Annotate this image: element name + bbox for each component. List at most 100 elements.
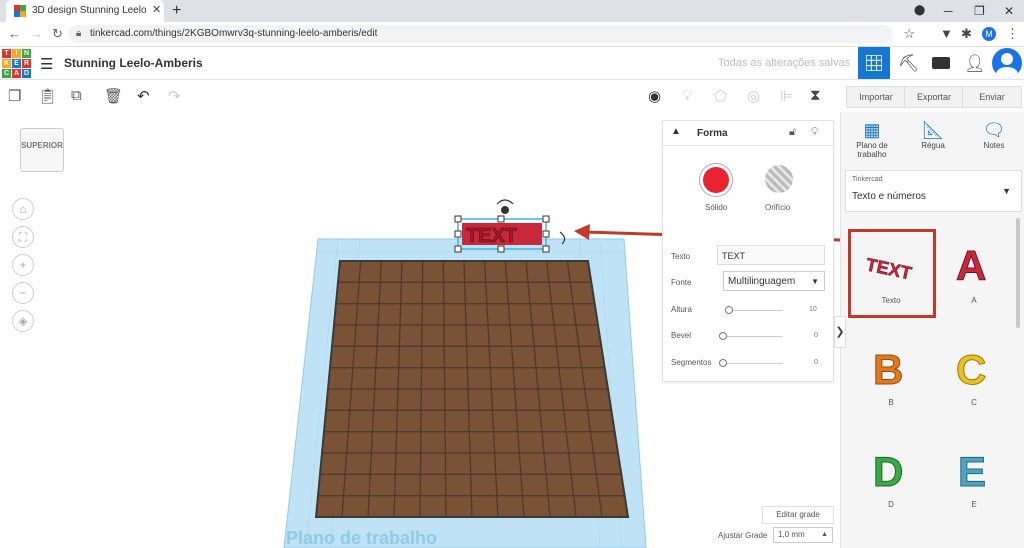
browser-tab[interactable]: 3D design Stunning Leelo-Amber ✕: [6, 0, 164, 22]
mirror-icon[interactable]: ⧗: [810, 87, 821, 104]
lock-icon[interactable]: 🔓︎: [789, 126, 796, 139]
bevel-slider-knob[interactable]: [719, 332, 727, 340]
user-avatar[interactable]: [992, 48, 1022, 78]
duplicate-icon[interactable]: ⧉: [71, 87, 82, 104]
url-text: tinkercad.com/things/2KGBOmwrv3q-stunnin…: [90, 28, 378, 39]
bricks-icon[interactable]: [932, 57, 950, 69]
ruler-tool[interactable]: 📐︎ Régua: [908, 120, 958, 150]
shape-c[interactable]: C C: [934, 340, 1014, 408]
letter-c-shape-icon: C: [956, 346, 987, 394]
bevel-value[interactable]: 0: [814, 332, 818, 339]
notes-tool-label: Notes: [983, 141, 1005, 150]
perspective-icon[interactable]: ◈: [12, 310, 34, 332]
send-to-button[interactable]: Enviar para: [962, 86, 1022, 122]
bookmark-star-icon[interactable]: ☆: [903, 26, 915, 42]
zoom-in-icon[interactable]: +: [12, 254, 34, 276]
workplane-tool[interactable]: ▦ Plano de trabalho: [847, 120, 897, 159]
notes-toggle-icon[interactable]: ◉: [648, 87, 661, 105]
caret-up-icon: ▲: [821, 531, 828, 538]
height-slider[interactable]: [725, 310, 783, 311]
shape-d[interactable]: D D: [851, 442, 931, 510]
rotate-handle-icon[interactable]: [496, 199, 514, 205]
letter-e-shape-icon: E: [958, 448, 987, 496]
logo-letter: T: [2, 49, 11, 58]
save-status: Todas as alterações salvas: [718, 57, 851, 69]
designs-list-icon[interactable]: ☰: [40, 55, 53, 73]
delete-icon[interactable]: 🗑︎: [104, 87, 123, 105]
annotation-arrowhead: [574, 224, 590, 240]
text-label: Texto: [671, 252, 691, 261]
edit-grid-button[interactable]: Editar grade: [762, 506, 834, 524]
note-icon: 🗨︎: [982, 120, 1006, 140]
codeblocks-pickaxe-icon[interactable]: ⛏: [898, 54, 920, 74]
extensions-puzzle-icon[interactable]: ✱: [961, 26, 972, 42]
grid-icon: [866, 55, 882, 71]
paste-icon[interactable]: 📋︎: [38, 87, 57, 105]
logo-letter: E: [12, 59, 21, 68]
home-view-icon[interactable]: ⌂: [12, 198, 34, 220]
height-handle-icon[interactable]: [501, 206, 509, 214]
solid-button[interactable]: [699, 163, 733, 197]
height-value[interactable]: 10: [809, 306, 817, 313]
browser-profile-avatar[interactable]: M: [982, 27, 996, 41]
back-icon[interactable]: ←: [8, 26, 21, 41]
undo-icon[interactable]: ↶: [137, 87, 150, 105]
segments-value[interactable]: 0: [814, 359, 818, 366]
light-bulb-icon[interactable]: 💡︎: [682, 87, 693, 104]
new-tab-icon[interactable]: +: [172, 2, 181, 20]
redo-icon[interactable]: ↷: [168, 87, 181, 105]
solid-label: Sólido: [705, 203, 728, 212]
add-user-icon[interactable]: 👤︎: [964, 54, 986, 74]
group-icon[interactable]: ⬠: [714, 87, 727, 105]
svg-text:D: D: [873, 448, 903, 494]
zoom-out-icon[interactable]: −: [12, 282, 34, 304]
segments-slider[interactable]: [721, 363, 783, 364]
segments-slider-knob[interactable]: [719, 359, 727, 367]
shape-e[interactable]: E E: [934, 442, 1014, 510]
logo-letter: R: [22, 59, 31, 68]
font-select[interactable]: Multilinguagem ▼: [723, 271, 825, 291]
library-scrollbar[interactable]: [1016, 218, 1020, 328]
visibility-bulb-icon[interactable]: 💡︎: [811, 126, 819, 139]
close-tab-icon[interactable]: ✕: [152, 3, 161, 16]
copy-icon[interactable]: ❐: [8, 87, 21, 105]
view-cube[interactable]: SUPERIOR: [20, 128, 64, 172]
tinkercad-logo[interactable]: T I N K E R C A D: [2, 49, 31, 78]
minimize-icon[interactable]: ─: [944, 4, 953, 18]
workplane-tool-label: Plano de trabalho: [856, 141, 888, 159]
snap-grid-label: Ajustar Grade: [718, 531, 768, 540]
fit-view-icon[interactable]: ⛶: [12, 226, 34, 248]
shape-b[interactable]: B B: [851, 340, 931, 408]
library-category-select[interactable]: Tinkercad Texto e números ▼: [845, 170, 1022, 212]
reload-icon[interactable]: ↻: [52, 26, 63, 42]
shape-a[interactable]: A A: [934, 238, 1014, 306]
workplane-label: Plano de trabalho: [286, 528, 437, 548]
bevel-slider[interactable]: [721, 336, 783, 337]
url-field[interactable]: 🔒︎ tinkercad.com/things/2KGBOmwrv3q-stun…: [68, 25, 915, 43]
snap-grid-select[interactable]: 1,0 mm ▲: [773, 527, 833, 543]
design-title[interactable]: Stunning Leelo-Amberis: [64, 56, 203, 70]
notes-tool[interactable]: 🗨︎ Notes: [969, 120, 1019, 150]
close-window-icon[interactable]: ✕: [1004, 4, 1014, 18]
3d-view-button[interactable]: [858, 47, 890, 79]
extension-filter-icon[interactable]: ▼: [940, 26, 953, 41]
logo-letter: D: [22, 69, 31, 78]
export-button[interactable]: Exportar: [904, 86, 964, 108]
shape-b-label: B: [888, 398, 894, 407]
tab-search-icon[interactable]: ⬤: [914, 5, 925, 16]
browser-menu-icon[interactable]: ⋮: [1006, 26, 1019, 42]
maximize-icon[interactable]: ❐: [974, 4, 985, 18]
view-cube-face: SUPERIOR: [21, 141, 63, 150]
lock-icon: 🔒︎: [76, 28, 82, 39]
shape-inspector: ▲ Forma 🔓︎ 💡︎ Sólido Orifício Texto TEXT…: [662, 120, 834, 382]
text-input[interactable]: TEXT: [717, 245, 825, 265]
height-slider-knob[interactable]: [725, 306, 733, 314]
ungroup-icon[interactable]: ◎: [747, 87, 760, 105]
forward-icon[interactable]: →: [30, 26, 43, 41]
import-button[interactable]: Importar: [846, 86, 906, 108]
align-icon[interactable]: ⊫: [780, 87, 793, 105]
collapse-library-icon[interactable]: ❯: [834, 316, 846, 348]
hole-button[interactable]: [765, 165, 793, 193]
collapse-caret-icon[interactable]: ▲: [671, 126, 681, 137]
category-value: Texto e números: [852, 191, 926, 202]
